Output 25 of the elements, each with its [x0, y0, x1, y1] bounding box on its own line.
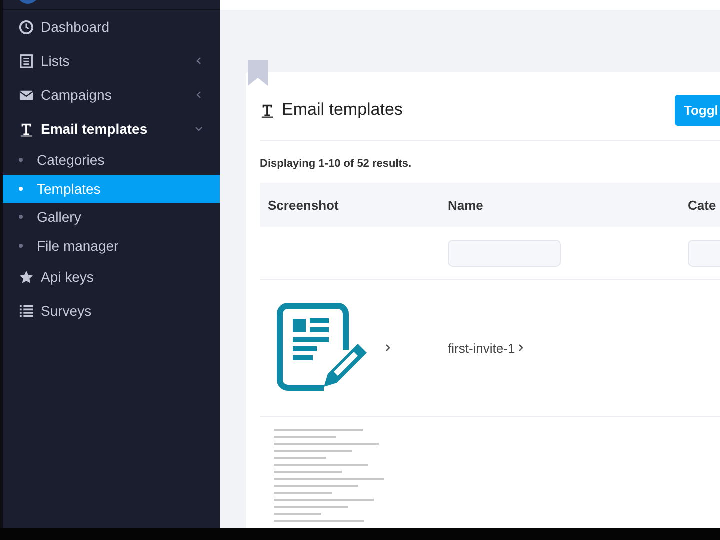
submenu-item[interactable]: Categories — [3, 146, 220, 174]
column-header[interactable]: Name — [448, 198, 688, 212]
column-header[interactable]: Cate — [688, 198, 720, 212]
submenu-item[interactable]: File manager — [3, 232, 220, 260]
nav-icon — [19, 54, 34, 68]
submenu-item[interactable]: Gallery — [3, 203, 220, 232]
nav-icon — [19, 20, 34, 34]
column-header[interactable]: Screenshot — [260, 198, 448, 212]
filter-field[interactable] — [448, 240, 561, 266]
template-name[interactable]: first-invite-1 — [448, 340, 516, 356]
nav-icon — [19, 270, 34, 284]
nav-item[interactable]: Campaigns — [3, 78, 220, 112]
nav-item[interactable]: Api keys — [3, 260, 220, 294]
page-title: Email templates — [282, 100, 404, 120]
nav-item[interactable]: Email templates — [3, 112, 220, 146]
filter-field[interactable] — [688, 240, 720, 266]
nav-item[interactable]: Surveys — [3, 294, 220, 328]
chevron-icon[interactable] — [384, 343, 392, 353]
nav-icon — [19, 304, 34, 318]
chevron-icon[interactable] — [517, 343, 526, 353]
nav-item[interactable]: Lists — [3, 44, 220, 78]
results-summary: Displaying 1-10 of 52 results. — [260, 158, 413, 170]
nav-item[interactable]: Dashboard — [3, 10, 220, 44]
bookmark-icon — [248, 60, 268, 86]
nav-icon — [19, 122, 34, 136]
